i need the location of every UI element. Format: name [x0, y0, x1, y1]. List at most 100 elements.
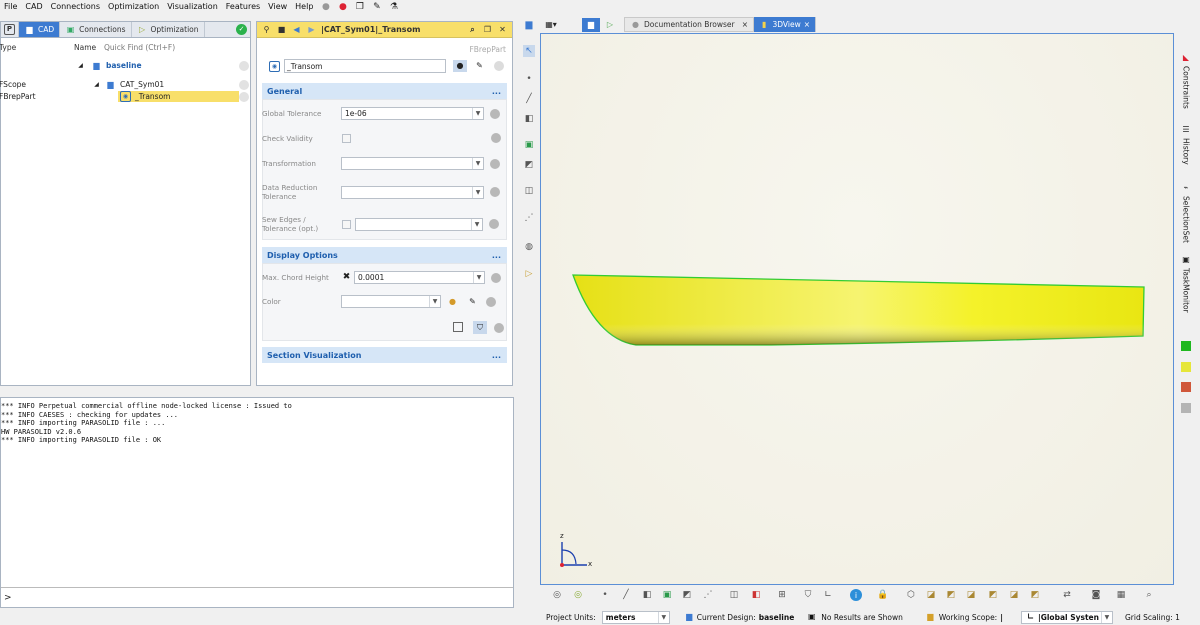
collapse-dots-icon[interactable]: ...: [492, 87, 501, 96]
forward-arrow-icon[interactable]: ▶: [306, 24, 317, 35]
color-swatch-red[interactable]: [1181, 382, 1191, 392]
info-icon[interactable]: i: [850, 589, 862, 601]
section-general-header[interactable]: General ...: [262, 83, 507, 99]
point-icon[interactable]: •: [523, 73, 535, 85]
chevron-down-icon[interactable]: ▼: [472, 108, 483, 119]
close-icon[interactable]: ×: [804, 20, 810, 29]
help-icon[interactable]: [494, 323, 504, 333]
console-input[interactable]: >: [1, 587, 513, 607]
back-arrow-icon[interactable]: ◀: [291, 24, 302, 35]
view-front-icon[interactable]: ◪: [925, 589, 937, 601]
vtab-selectionset[interactable]: ⌁ SelectionSet: [1177, 182, 1195, 243]
grid-view-icon[interactable]: ⊞: [776, 589, 788, 601]
search-icon[interactable]: ⌕: [467, 24, 478, 35]
measure-icon[interactable]: ⋰: [702, 589, 714, 601]
help-icon[interactable]: [490, 187, 500, 197]
help-icon[interactable]: [490, 108, 500, 119]
coordinate-system-combo[interactable]: ∟ |Global Systen ▼: [1020, 610, 1113, 624]
menu-optimization[interactable]: Optimization: [104, 2, 163, 11]
transformation-combo[interactable]: ▼: [341, 157, 484, 170]
menu-features[interactable]: Features: [222, 2, 264, 11]
shield-icon[interactable]: ⛉: [802, 589, 814, 601]
view-right-icon[interactable]: ◩: [987, 589, 999, 601]
close-icon[interactable]: ×: [742, 20, 748, 29]
data-reduction-combo[interactable]: ▼: [341, 185, 484, 199]
menu-connections[interactable]: Connections: [47, 2, 104, 11]
sew-edges-checkbox[interactable]: [342, 219, 351, 229]
hull-model[interactable]: [541, 34, 1173, 584]
expand-arrow-icon[interactable]: ◢: [91, 79, 102, 90]
section-visualization-header[interactable]: Section Visualization ...: [262, 347, 507, 363]
3d-viewport[interactable]: z x: [540, 33, 1174, 585]
solid-icon[interactable]: ◩: [681, 589, 693, 601]
help-icon[interactable]: [491, 272, 501, 283]
lock-icon[interactable]: 🔒: [877, 589, 889, 601]
solid-icon[interactable]: ◩: [523, 159, 535, 171]
help-icon[interactable]: [494, 61, 504, 71]
play-tab-icon[interactable]: ▷: [602, 18, 618, 32]
tab-p[interactable]: P: [1, 22, 19, 37]
edit-icon[interactable]: ✎: [371, 1, 382, 12]
mesh-icon[interactable]: ◫: [523, 185, 535, 197]
view-menu-icon[interactable]: ▦▾: [540, 19, 562, 30]
copy-icon[interactable]: ❐: [354, 1, 365, 12]
brep-icon[interactable]: ▣: [523, 139, 535, 151]
tab-documentation-browser[interactable]: ● Documentation Browser ×: [624, 17, 754, 32]
section-display-header[interactable]: Display Options ...: [262, 247, 507, 263]
surface-icon[interactable]: [453, 322, 463, 332]
search-icon[interactable]: ⌕: [1143, 589, 1155, 601]
palette-icon[interactable]: ●: [447, 296, 458, 307]
view-bottom-icon[interactable]: ◩: [1029, 589, 1041, 601]
tree-row-transom[interactable]: FBrepPart ◉ _Transom: [0, 91, 250, 102]
measure-icon[interactable]: ⋰: [523, 212, 535, 224]
chevron-down-icon[interactable]: ▼: [472, 186, 483, 198]
chevron-down-icon[interactable]: ▼: [429, 296, 440, 307]
object-name-field[interactable]: _Transom: [284, 59, 446, 73]
collapse-dots-icon[interactable]: ...: [492, 251, 501, 260]
cross-checkbox-icon[interactable]: ✖: [342, 273, 351, 282]
chevron-down-icon[interactable]: ▼: [472, 158, 483, 169]
clip-icon[interactable]: ◧: [750, 589, 762, 601]
view-iso-icon[interactable]: ⬡: [905, 589, 917, 601]
close-icon[interactable]: ✕: [497, 24, 508, 35]
color-swatch-green[interactable]: [1181, 341, 1191, 351]
chevron-down-icon[interactable]: ▼: [471, 218, 482, 230]
chevron-down-icon[interactable]: ▼: [657, 611, 669, 623]
help-circle-icon[interactable]: ●: [320, 1, 331, 12]
expand-arrow-icon[interactable]: ◢: [75, 60, 86, 71]
max-chord-combo[interactable]: 0.0001 ▼: [354, 271, 485, 284]
curve-icon[interactable]: ╱: [523, 93, 535, 105]
menu-file[interactable]: File: [0, 2, 21, 11]
screenshot-icon[interactable]: ◙: [1090, 589, 1102, 601]
flask-icon[interactable]: ⚗: [388, 1, 399, 12]
curve-icon[interactable]: ╱: [620, 589, 632, 601]
surface-icon[interactable]: ◧: [523, 113, 535, 125]
folder-tab-icon[interactable]: ▆: [582, 17, 600, 32]
tab-connections[interactable]: ▣ Connections: [60, 22, 132, 37]
check-validity-checkbox[interactable]: [342, 133, 351, 143]
view-top-icon[interactable]: ◪: [1008, 589, 1020, 601]
flip-icon[interactable]: ⇄: [1061, 589, 1073, 601]
color-swatch-yellow[interactable]: [1181, 362, 1191, 372]
chevron-down-icon[interactable]: ▼: [473, 272, 484, 283]
tab-optimization[interactable]: ▷ Optimization: [132, 22, 205, 37]
project-units-combo[interactable]: meters ▼: [601, 610, 670, 624]
transform-icon[interactable]: ◍: [523, 241, 535, 253]
menu-help[interactable]: Help: [291, 2, 317, 11]
point-icon[interactable]: •: [599, 589, 611, 601]
shield-icon[interactable]: ⛉: [473, 321, 487, 334]
tree-row-scope[interactable]: FScope ◢ ▆ CAT_Sym01: [0, 79, 250, 90]
tree-row-baseline[interactable]: ◢ ▆ baseline: [1, 60, 250, 71]
check-circle-icon[interactable]: ✓: [236, 24, 247, 35]
sew-edges-combo[interactable]: ▼: [355, 217, 483, 231]
help-icon[interactable]: [486, 296, 496, 307]
menu-view[interactable]: View: [264, 2, 291, 11]
help-icon[interactable]: [489, 219, 499, 229]
tab-cad[interactable]: ▆ CAD: [19, 22, 61, 37]
pin-icon[interactable]: ⚲: [261, 24, 272, 35]
vtab-constraints[interactable]: ◣ Constraints: [1177, 52, 1195, 109]
help-icon[interactable]: [490, 158, 500, 169]
tab-3dview[interactable]: ▮ 3DView ×: [754, 17, 816, 32]
camera-reset-icon[interactable]: ◎: [551, 589, 563, 601]
fit-view-icon[interactable]: ◎: [572, 589, 584, 601]
